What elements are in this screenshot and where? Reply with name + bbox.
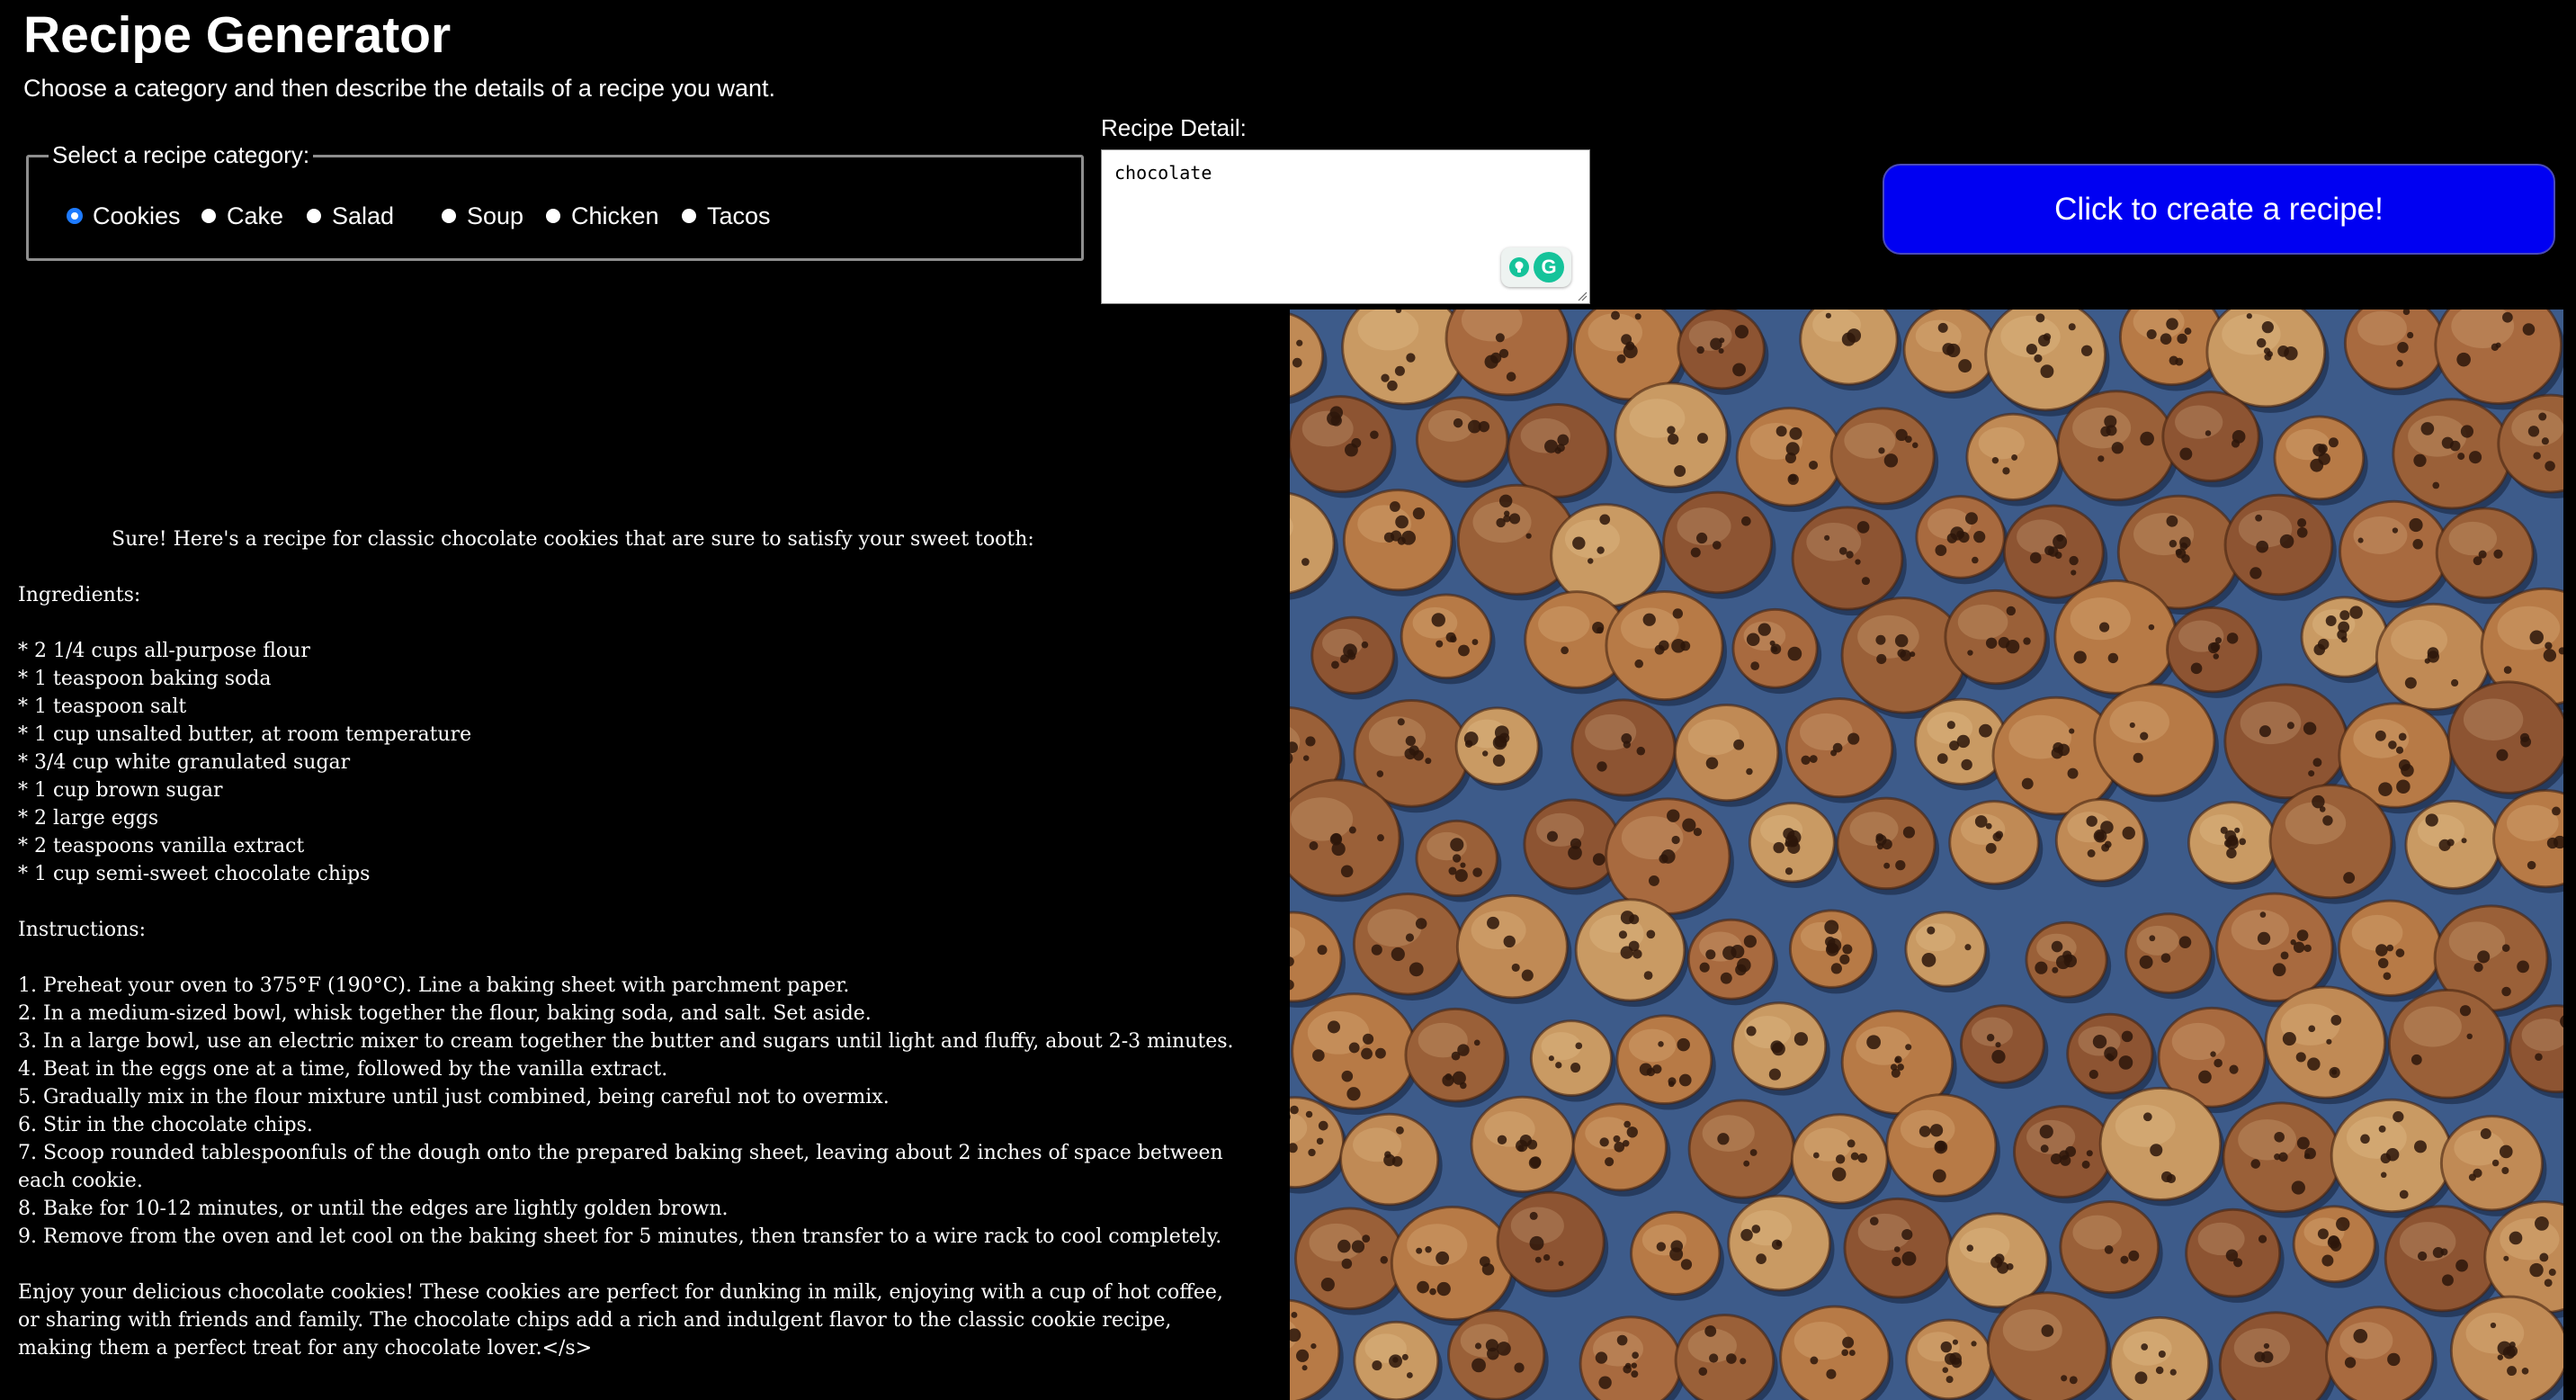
grammarly-icon[interactable]: G [1534, 252, 1564, 283]
radio-label-cake[interactable]: Cake [227, 201, 283, 231]
writing-assistant-widget[interactable]: G [1501, 247, 1571, 287]
instruction-step: 7. Scoop rounded tablespoonfuls of the d… [18, 1142, 1223, 1192]
app-subtitle: Choose a category and then describe the … [23, 75, 776, 102]
recipe-detail-label: Recipe Detail: [1101, 114, 1247, 141]
radio-button-salad[interactable] [307, 209, 321, 223]
category-option-tacos[interactable]: Tacos [682, 201, 771, 231]
instruction-step: 5. Gradually mix in the flour mixture un… [18, 1086, 890, 1108]
instruction-step: 2. In a medium-sized bowl, whisk togethe… [18, 1002, 872, 1025]
ingredient-item: * 1 cup brown sugar [18, 779, 223, 802]
radio-button-soup[interactable] [442, 209, 456, 223]
recipe-intro: Sure! Here's a recipe for classic chocol… [112, 528, 1034, 551]
ingredients-list: * 2 1/4 cups all-purpose flour * 1 teasp… [18, 637, 1250, 888]
instruction-step: 9. Remove from the oven and let cool on … [18, 1225, 1222, 1248]
lightbulb-icon[interactable] [1508, 256, 1530, 278]
ingredient-item: * 1 teaspoon salt [18, 696, 187, 718]
ingredient-item: * 2 teaspoons vanilla extract [18, 835, 305, 857]
instruction-step: 8. Bake for 10-12 minutes, or until the … [18, 1198, 729, 1220]
app-title: Recipe Generator [23, 6, 452, 64]
category-option-soup[interactable]: Soup [442, 201, 523, 231]
category-fieldset: Select a recipe category: Cookies Cake S… [26, 139, 1084, 261]
cookie-shape [2449, 1295, 2563, 1400]
ingredient-item: * 3/4 cup white granulated sugar [18, 751, 351, 774]
ingredient-item: * 1 cup semi-sweet chocolate chips [18, 863, 371, 885]
category-option-cookies[interactable]: Cookies [67, 201, 181, 231]
instruction-step: 6. Stir in the chocolate chips. [18, 1114, 313, 1136]
recipe-closing: Enjoy your delicious chocolate cookies! … [18, 1281, 1230, 1360]
ingredient-item: * 1 cup unsalted butter, at room tempera… [18, 723, 472, 746]
radio-label-soup[interactable]: Soup [467, 201, 523, 231]
recipe-output: Sure! Here's a recipe for classic chocol… [18, 525, 1250, 1362]
create-recipe-button[interactable]: Click to create a recipe! [1883, 164, 2555, 255]
instruction-step: 1. Preheat your oven to 375°F (190°C). L… [18, 974, 850, 997]
ingredient-item: * 2 1/4 cups all-purpose flour [18, 640, 310, 662]
instructions-heading: Instructions: [18, 919, 146, 941]
ingredient-item: * 2 large eggs [18, 807, 159, 830]
radio-label-salad[interactable]: Salad [332, 201, 394, 231]
category-legend: Select a recipe category: [49, 139, 314, 170]
instruction-step: 3. In a large bowl, use an electric mixe… [18, 1030, 1234, 1053]
radio-button-cookies[interactable] [67, 209, 82, 223]
radio-button-cake[interactable] [201, 209, 216, 223]
category-option-cake[interactable]: Cake [201, 201, 283, 231]
category-option-salad[interactable]: Salad [307, 201, 394, 231]
category-option-chicken[interactable]: Chicken [546, 201, 659, 231]
radio-label-chicken[interactable]: Chicken [571, 201, 659, 231]
recipe-image [1290, 310, 2563, 1400]
instructions-list: 1. Preheat your oven to 375°F (190°C). L… [18, 972, 1250, 1251]
recipe-detail-box: chocolate G [1101, 149, 1590, 304]
radio-button-tacos[interactable] [682, 209, 696, 223]
instruction-step: 4. Beat in the eggs one at a time, follo… [18, 1058, 668, 1081]
radio-button-chicken[interactable] [546, 209, 560, 223]
ingredients-heading: Ingredients: [18, 584, 141, 606]
radio-label-cookies[interactable]: Cookies [93, 201, 181, 231]
resize-grip-icon[interactable] [1577, 291, 1588, 301]
ingredient-item: * 1 teaspoon baking soda [18, 668, 272, 690]
radio-label-tacos[interactable]: Tacos [707, 201, 771, 231]
